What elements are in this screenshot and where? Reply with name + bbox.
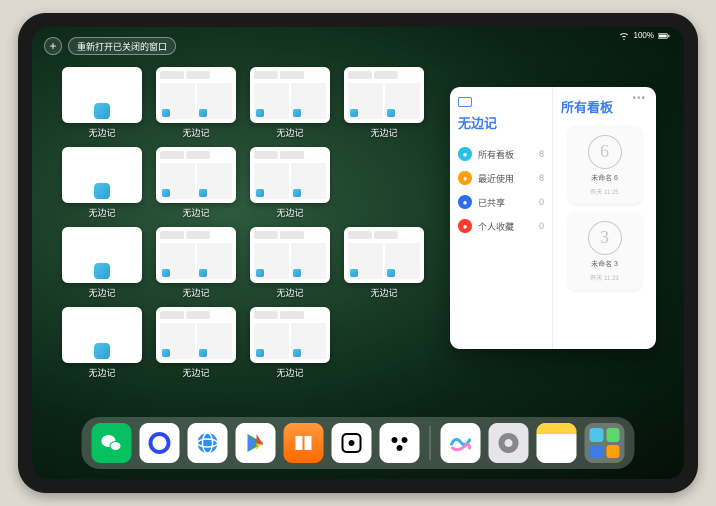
sidebar-item[interactable]: ●已共享0: [458, 190, 544, 214]
app-tile[interactable]: 无边记: [62, 227, 142, 299]
battery-text: 100%: [634, 31, 654, 40]
dock-app-freeform[interactable]: [441, 423, 481, 463]
dock-app-notes[interactable]: [537, 423, 577, 463]
top-bar: + 重新打开已关闭的窗口: [44, 37, 176, 55]
board-icon: [458, 97, 472, 107]
dock-app-dice[interactable]: [332, 423, 372, 463]
status-bar: 100%: [618, 31, 670, 40]
dock-app-apps-folder[interactable]: [585, 423, 625, 463]
app-tile[interactable]: 无边记: [250, 67, 330, 139]
panel-sidebar: 无边记 ●所有看板8●最近使用8●已共享0●个人收藏0: [450, 87, 553, 349]
more-icon[interactable]: •••: [632, 93, 646, 104]
screen: 100% + 重新打开已关闭的窗口 无边记 无边记 无边记 无边记 无边记 无边…: [32, 27, 684, 479]
board-card[interactable]: 3未命名 3昨天 11:23: [568, 212, 642, 290]
app-tile[interactable]: 无边记: [250, 147, 330, 219]
app-tile[interactable]: 无边记: [344, 67, 424, 139]
panel-content-title: 所有看板: [561, 97, 613, 116]
app-tile[interactable]: 无边记: [62, 307, 142, 379]
sidebar-item[interactable]: ●个人收藏0: [458, 214, 544, 238]
sidebar-item[interactable]: ●最近使用8: [458, 166, 544, 190]
app-tile[interactable]: 无边记: [62, 67, 142, 139]
dock-app-settings[interactable]: [489, 423, 529, 463]
dock-app-qqbrowser[interactable]: [188, 423, 228, 463]
item-icon: ●: [458, 171, 472, 185]
app-tile[interactable]: 无边记: [156, 227, 236, 299]
app-tile[interactable]: 无边记: [156, 147, 236, 219]
app-tile[interactable]: 无边记: [250, 307, 330, 379]
item-icon: ●: [458, 147, 472, 161]
sketch-thumbnail: 3: [588, 221, 622, 255]
panel-content: 所有看板 6未命名 6昨天 11:25 3未命名 3昨天 11:23: [553, 87, 656, 349]
app-tile[interactable]: 无边记: [344, 227, 424, 299]
app-switcher-tiles: 无边记 无边记 无边记 无边记 无边记 无边记 无边记 无边记 无边记 无边记 …: [62, 67, 422, 379]
item-icon: ●: [458, 219, 472, 233]
sketch-thumbnail: 6: [588, 135, 622, 169]
app-tile[interactable]: 无边记: [156, 67, 236, 139]
dock-separator: [430, 426, 431, 460]
panel-title: 无边记: [458, 113, 544, 132]
add-button[interactable]: +: [44, 37, 62, 55]
dock-app-playstore[interactable]: [236, 423, 276, 463]
dock-app-books[interactable]: [284, 423, 324, 463]
sidebar-item[interactable]: ●所有看板8: [458, 142, 544, 166]
app-tile[interactable]: 无边记: [250, 227, 330, 299]
dock-app-wechat[interactable]: [92, 423, 132, 463]
dock: [82, 417, 635, 469]
item-icon: ●: [458, 195, 472, 209]
ipad-frame: 100% + 重新打开已关闭的窗口 无边记 无边记 无边记 无边记 无边记 无边…: [18, 13, 698, 493]
reopen-closed-window-button[interactable]: 重新打开已关闭的窗口: [68, 37, 176, 55]
dock-app-atoms[interactable]: [380, 423, 420, 463]
app-tile[interactable]: 无边记: [156, 307, 236, 379]
board-card[interactable]: 6未命名 6昨天 11:25: [568, 126, 642, 204]
app-tile[interactable]: 无边记: [62, 147, 142, 219]
freeform-panel[interactable]: ••• 无边记 ●所有看板8●最近使用8●已共享0●个人收藏0 所有看板 6未命…: [450, 87, 656, 349]
wifi-icon: [618, 32, 630, 40]
battery-icon: [658, 32, 670, 40]
dock-app-quark[interactable]: [140, 423, 180, 463]
